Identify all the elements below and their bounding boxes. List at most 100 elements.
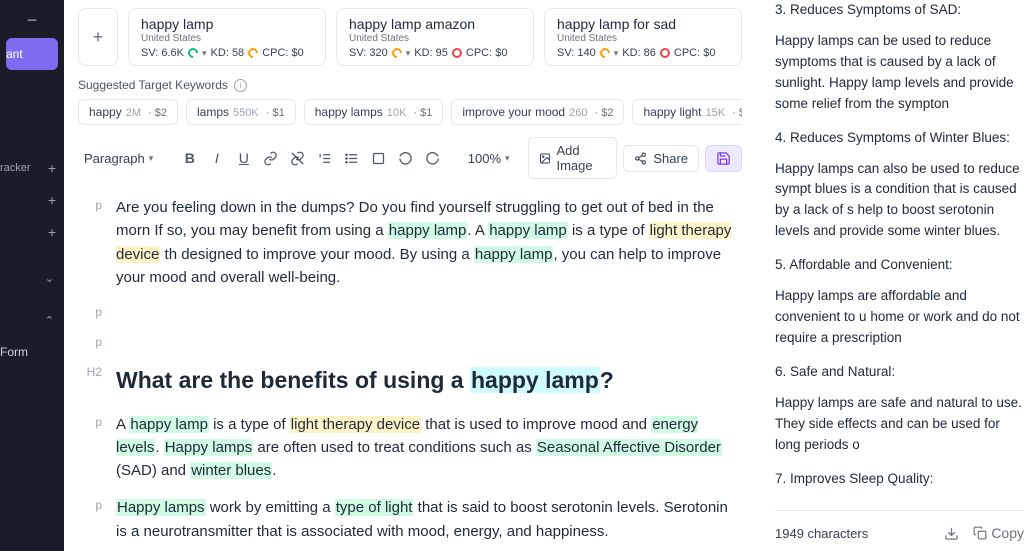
- plus-icon: +: [48, 224, 56, 240]
- italic-button[interactable]: I: [206, 145, 227, 171]
- editor-row: pAre you feeling down in the dumps? Do y…: [78, 196, 742, 289]
- info-icon[interactable]: i: [234, 79, 247, 92]
- sidebar-add-2[interactable]: +: [0, 216, 64, 248]
- block-content[interactable]: Are you feeling down in the dumps? Do yo…: [116, 196, 742, 289]
- char-count: 1949 characters: [775, 526, 930, 541]
- chevron-down-icon: ▾: [202, 48, 207, 59]
- sidebar-add-1[interactable]: +: [0, 184, 64, 216]
- section-body: Happy lamps are safe and natural to use.…: [775, 393, 1024, 456]
- block-content[interactable]: A happy lamp is a type of light therapy …: [116, 413, 742, 483]
- chevron-down-icon: ▾: [505, 153, 510, 164]
- sidebar-collapse[interactable]: −: [0, 4, 64, 36]
- keyword-chip[interactable]: lamps550K · $1: [186, 99, 296, 125]
- section-title: 5. Affordable and Convenient:: [775, 255, 1024, 276]
- section-title: 6. Safe and Natural:: [775, 362, 1024, 383]
- chevron-down-icon: ▾: [614, 48, 619, 59]
- editor-row: H2 What are the benefits of using a happy…: [78, 363, 742, 399]
- undo-button[interactable]: [395, 145, 416, 171]
- zoom-select[interactable]: 100%▾: [462, 147, 516, 170]
- unlink-button[interactable]: [287, 145, 308, 171]
- undo-icon: [398, 151, 413, 166]
- section-title: 7. Improves Sleep Quality:: [775, 469, 1024, 490]
- link-button[interactable]: [260, 145, 281, 171]
- unlink-icon: [290, 151, 305, 166]
- keyword-tabs: + happy lamp United States SV: 6.6K▾ KD:…: [64, 0, 756, 74]
- kd-indicator-icon: [660, 48, 670, 58]
- plus-icon: +: [48, 160, 56, 176]
- editor-content[interactable]: pAre you feeling down in the dumps? Do y…: [64, 190, 756, 551]
- editor-row: pA happy lamp is a type of light therapy…: [78, 413, 742, 483]
- keyword-tab-2[interactable]: happy lamp for sad United States SV: 140…: [544, 8, 742, 66]
- list-bullet-icon: [344, 151, 359, 166]
- block-content[interactable]: Happy lamps work by emitting a type of l…: [116, 496, 742, 543]
- keyword-tab-0[interactable]: happy lamp United States SV: 6.6K▾ KD: 5…: [128, 8, 326, 66]
- list-ordered-button[interactable]: [314, 145, 335, 171]
- chevron-down-icon: ▾: [406, 48, 411, 59]
- block-tag: p: [78, 196, 102, 289]
- redo-button[interactable]: [422, 145, 443, 171]
- section-body: Happy lamps can be used to reduce sympto…: [775, 31, 1024, 115]
- copy-icon: [973, 526, 987, 540]
- keyword-chip[interactable]: happy lamps10K · $1: [304, 99, 444, 125]
- block-tag: p: [78, 413, 102, 483]
- sv-indicator-icon: [390, 46, 404, 60]
- download-button[interactable]: [944, 526, 959, 541]
- sv-indicator-icon: [186, 46, 200, 60]
- plus-icon: +: [48, 192, 56, 208]
- kd-indicator-icon: [246, 46, 260, 60]
- editor-toolbar: Paragraph▾ B I U 100%▾ Add Image Share: [64, 131, 756, 190]
- editor-row: p: [78, 333, 742, 349]
- chevron-up-icon: ⌃: [45, 314, 54, 327]
- redo-icon: [425, 151, 440, 166]
- sidebar-item-form[interactable]: Form: [0, 336, 64, 368]
- minus-icon: −: [27, 10, 38, 31]
- add-image-button[interactable]: Add Image: [528, 137, 618, 179]
- section-body: Happy lamps can also improve sleep quali…: [775, 500, 1024, 502]
- kd-indicator-icon: [452, 48, 462, 58]
- share-button[interactable]: Share: [623, 145, 699, 172]
- bold-button[interactable]: B: [179, 145, 200, 171]
- save-icon: [716, 151, 731, 166]
- save-button[interactable]: [705, 145, 742, 172]
- copy-button[interactable]: Copy: [973, 525, 1024, 541]
- block-tag: H2: [78, 363, 102, 399]
- list-ordered-icon: [317, 151, 332, 166]
- right-panel: 3. Reduces Symptoms of SAD: Happy lamps c…: [756, 0, 1024, 551]
- sidebar-item-ant[interactable]: ant: [6, 38, 58, 70]
- block-tag: p: [78, 333, 102, 349]
- indent-button[interactable]: [368, 145, 389, 171]
- main-area: + happy lamp United States SV: 6.6K▾ KD:…: [64, 0, 756, 551]
- editor-row: p Happy lamps work by emitting a type of …: [78, 496, 742, 543]
- keyword-chip[interactable]: happy2M · $2: [78, 99, 178, 125]
- block-content[interactable]: [116, 303, 742, 319]
- download-icon: [944, 526, 959, 541]
- indent-icon: [371, 151, 386, 166]
- plus-icon: +: [93, 27, 104, 48]
- sidebar-item-tracker[interactable]: racker+: [0, 152, 64, 184]
- add-tab-button[interactable]: +: [78, 8, 118, 66]
- section-title: 3. Reduces Symptoms of SAD:: [775, 0, 1024, 21]
- sidebar-expand-down[interactable]: ⌄: [0, 262, 64, 294]
- format-select[interactable]: Paragraph▾: [78, 147, 159, 170]
- chevron-down-icon: ⌄: [45, 272, 54, 285]
- sidebar-expand-up[interactable]: ⌃: [0, 304, 64, 336]
- link-icon: [263, 151, 278, 166]
- chevron-down-icon: ▾: [149, 153, 154, 164]
- right-panel-content: 3. Reduces Symptoms of SAD: Happy lamps c…: [775, 0, 1024, 502]
- block-content[interactable]: [116, 333, 742, 349]
- section-body: Happy lamps can also be used to reduce s…: [775, 159, 1024, 243]
- editor-row: p: [78, 303, 742, 319]
- section-body: Happy lamps are affordable and convenien…: [775, 286, 1024, 349]
- list-bullet-button[interactable]: [341, 145, 362, 171]
- right-panel-footer: 1949 characters Copy: [775, 510, 1024, 551]
- block-tag: p: [78, 303, 102, 319]
- block-content[interactable]: What are the benefits of using a happy l…: [116, 363, 742, 399]
- keyword-tab-1[interactable]: happy lamp amazon United States SV: 320▾…: [336, 8, 534, 66]
- block-tag: p: [78, 496, 102, 543]
- keyword-chip[interactable]: improve your mood260 · $2: [451, 99, 624, 125]
- keyword-chip[interactable]: happy light15K · $1: [632, 99, 742, 125]
- suggested-keywords: Suggested Target Keywords i happy2M · $2…: [64, 74, 756, 131]
- underline-button[interactable]: U: [233, 145, 254, 171]
- section-title: 4. Reduces Symptoms of Winter Blues:: [775, 128, 1024, 149]
- image-icon: [539, 151, 551, 166]
